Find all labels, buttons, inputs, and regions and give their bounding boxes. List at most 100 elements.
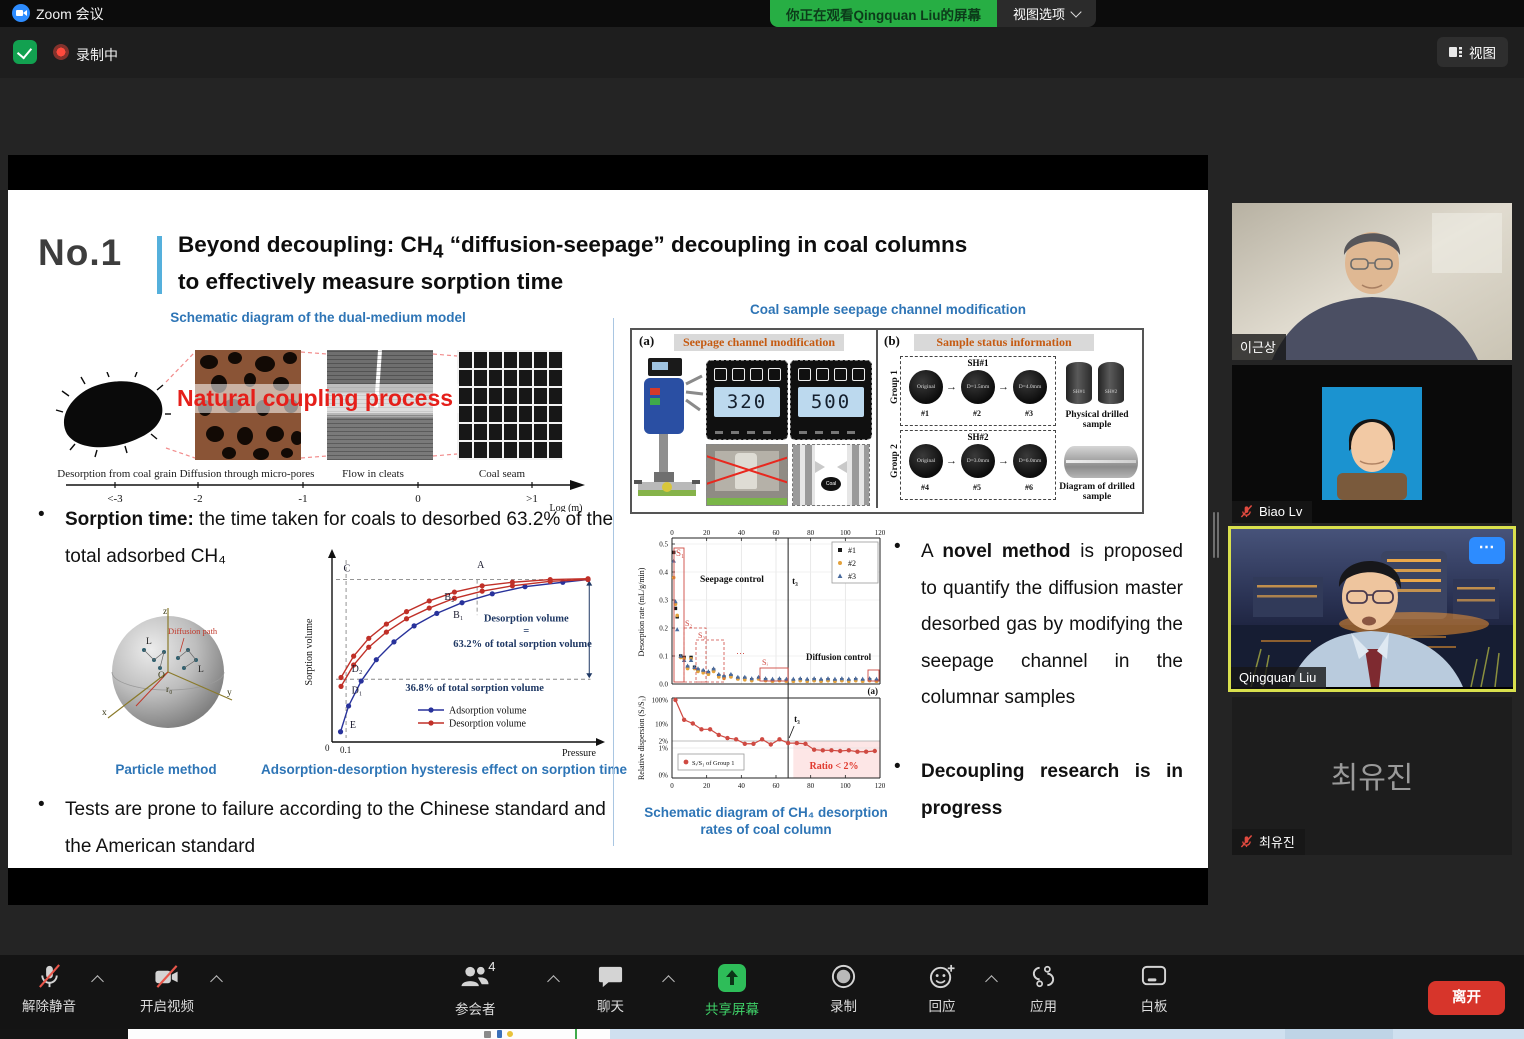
svg-text:Diffusion control: Diffusion control (806, 652, 872, 662)
title-bar: Zoom 会议 (0, 0, 1524, 27)
svg-text:0: 0 (670, 782, 674, 790)
taskbar-icon (575, 1029, 577, 1039)
bottom-toolbar: 解除静音 开启视频 4 参会者 (0, 955, 1524, 1029)
svg-text:Sᵢ: Sᵢ (762, 658, 768, 667)
tests-bullet: Tests are prone to failure according to … (65, 792, 617, 865)
apps-icon (1030, 963, 1057, 990)
svg-text:A: A (477, 560, 485, 571)
participant-count: 4 (488, 959, 495, 974)
mic-off-icon (1240, 835, 1253, 848)
laser-alignment-photo (706, 444, 788, 506)
chat-chevron[interactable] (662, 975, 675, 988)
svg-text:⋯: ⋯ (736, 648, 745, 658)
svg-text:Adsorption volume: Adsorption volume (449, 706, 527, 717)
drilled-sample-cylinder: SH#2 (1098, 362, 1124, 404)
svg-text:40: 40 (738, 782, 746, 790)
participants-chevron[interactable] (547, 975, 560, 988)
svg-text:t₃: t₃ (794, 714, 800, 724)
svg-text:=: = (523, 626, 529, 637)
svg-text:#3: #3 (848, 572, 856, 581)
svg-text:63.2% of total sorption volum: 63.2% of total sorption volume (453, 639, 592, 650)
participants-sidebar: 이근상 Biao Lv (1232, 203, 1512, 855)
view-options-button[interactable]: 视图选项 (997, 0, 1096, 27)
svg-text:L: L (146, 637, 152, 647)
participant-name-tag: 최유진 (1232, 829, 1305, 855)
svg-text:E: E (350, 720, 356, 731)
record-button[interactable]: 录制 (830, 963, 857, 1015)
svg-text:0%: 0% (659, 772, 669, 780)
record-icon (830, 963, 857, 990)
whiteboard-button[interactable]: 白板 (1140, 963, 1168, 1015)
svg-text:60: 60 (773, 782, 781, 790)
zoom-logo-icon (12, 4, 30, 22)
background-window-strip (0, 1029, 1524, 1039)
svg-text:0.5: 0.5 (659, 541, 668, 549)
speed-display: 500 (790, 360, 872, 440)
svg-text:80: 80 (807, 529, 815, 537)
svg-text:r₀: r₀ (166, 685, 172, 695)
coal-seam-figure (457, 350, 563, 460)
shared-screen-slide: No.1 Beyond decoupling: CH4 “diffusion-s… (8, 155, 1208, 905)
sidebar-scrollbar[interactable] (1217, 512, 1219, 558)
security-shield-icon[interactable] (13, 40, 37, 64)
svg-text:100: 100 (840, 782, 851, 790)
group1-box: SH#1 Original → D=1.5mm → D=4.0mm #1 #2 … (900, 356, 1056, 426)
participants-button[interactable]: 4 参会者 (455, 963, 496, 1018)
particle-method-caption: Particle method (86, 762, 246, 777)
screen-watch-banner: 你正在观看Qingquan Liu的屏幕 视图选项 (770, 0, 1096, 27)
svg-text:B₂: B₂ (444, 592, 454, 603)
coal-grain-figure (53, 372, 171, 464)
svg-text:#1: #1 (848, 546, 856, 555)
panel-b-label: (b) (884, 333, 900, 349)
apps-button[interactable]: 应用 (1030, 963, 1057, 1015)
reactions-button[interactable]: 回应 (928, 963, 956, 1015)
svg-text:#2: #2 (848, 559, 856, 568)
more-options-button[interactable]: ⋯ (1469, 537, 1505, 564)
slide-content: No.1 Beyond decoupling: CH4 “diffusion-s… (8, 190, 1208, 868)
panel-b-header: Sample status information (914, 334, 1094, 351)
watching-label: 你正在观看Qingquan Liu的屏幕 (770, 0, 997, 27)
leave-button[interactable]: 离开 (1428, 981, 1505, 1015)
svg-text:D₂: D₂ (352, 664, 363, 675)
reactions-chevron[interactable] (985, 975, 998, 988)
svg-text:Relative dispersion (Sᵢ/S₁): Relative dispersion (Sᵢ/S₁) (637, 696, 646, 780)
panel-a-label: (a) (639, 333, 654, 349)
panel-a-header: Seepage channel modification (674, 334, 844, 351)
video-tile-lee[interactable]: 이근상 (1232, 203, 1512, 360)
video-options-chevron[interactable] (210, 975, 223, 988)
svg-text:Diffusion path: Diffusion path (168, 626, 218, 636)
unmute-button[interactable]: 解除静音 (22, 963, 76, 1015)
chat-button[interactable]: 聊天 (597, 963, 624, 1015)
diagram-caption: Diagram of drilled sample (1052, 482, 1142, 502)
drilled-sample-cylinder: SH#1 (1066, 362, 1092, 404)
svg-text:0.0: 0.0 (659, 681, 668, 689)
participant-photo (1232, 365, 1512, 523)
mic-options-chevron[interactable] (91, 975, 104, 988)
video-tile-biao[interactable]: Biao Lv (1232, 365, 1512, 523)
svg-text:B₁: B₁ (453, 610, 463, 621)
svg-text:O: O (158, 671, 165, 681)
svg-text:S₁: S₁ (676, 548, 684, 558)
svg-text:0.3: 0.3 (659, 597, 668, 605)
svg-text:10%: 10% (655, 721, 668, 729)
start-video-button[interactable]: 开启视频 (140, 963, 194, 1015)
svg-text:120: 120 (875, 782, 886, 790)
seepage-channel-diagram: Coal (792, 444, 870, 506)
video-tile-qingquan-speaking[interactable]: ⋯ Qingquan Liu (1228, 526, 1516, 692)
share-screen-button[interactable]: 共享屏幕 (705, 963, 759, 1018)
slide-title: Beyond decoupling: CH4 “diffusion-seepag… (178, 230, 1098, 298)
participant-name-tag: Qingquan Liu (1231, 667, 1326, 689)
display-value: 320 (714, 387, 780, 417)
zoom-meeting-window: Zoom 会议 你正在观看Qingquan Liu的屏幕 视图选项 录制中 视图… (0, 0, 1524, 1039)
mic-off-icon (36, 963, 63, 990)
chat-icon (597, 963, 624, 990)
column-divider (613, 318, 614, 846)
hysteresis-caption: Adsorption-desorption hysteresis effect … (258, 762, 630, 777)
video-tile-choi[interactable]: 최유진 최유진 (1232, 697, 1512, 855)
sidebar-scrollbar[interactable] (1213, 512, 1215, 558)
participant-name-tag: Biao Lv (1232, 501, 1312, 523)
group1-label: Group 1 (890, 370, 900, 404)
natural-coupling-label: Natural coupling process (171, 384, 459, 413)
seepage-caption: Coal sample seepage channel modification (708, 302, 1068, 317)
view-button[interactable]: 视图 (1437, 37, 1508, 67)
